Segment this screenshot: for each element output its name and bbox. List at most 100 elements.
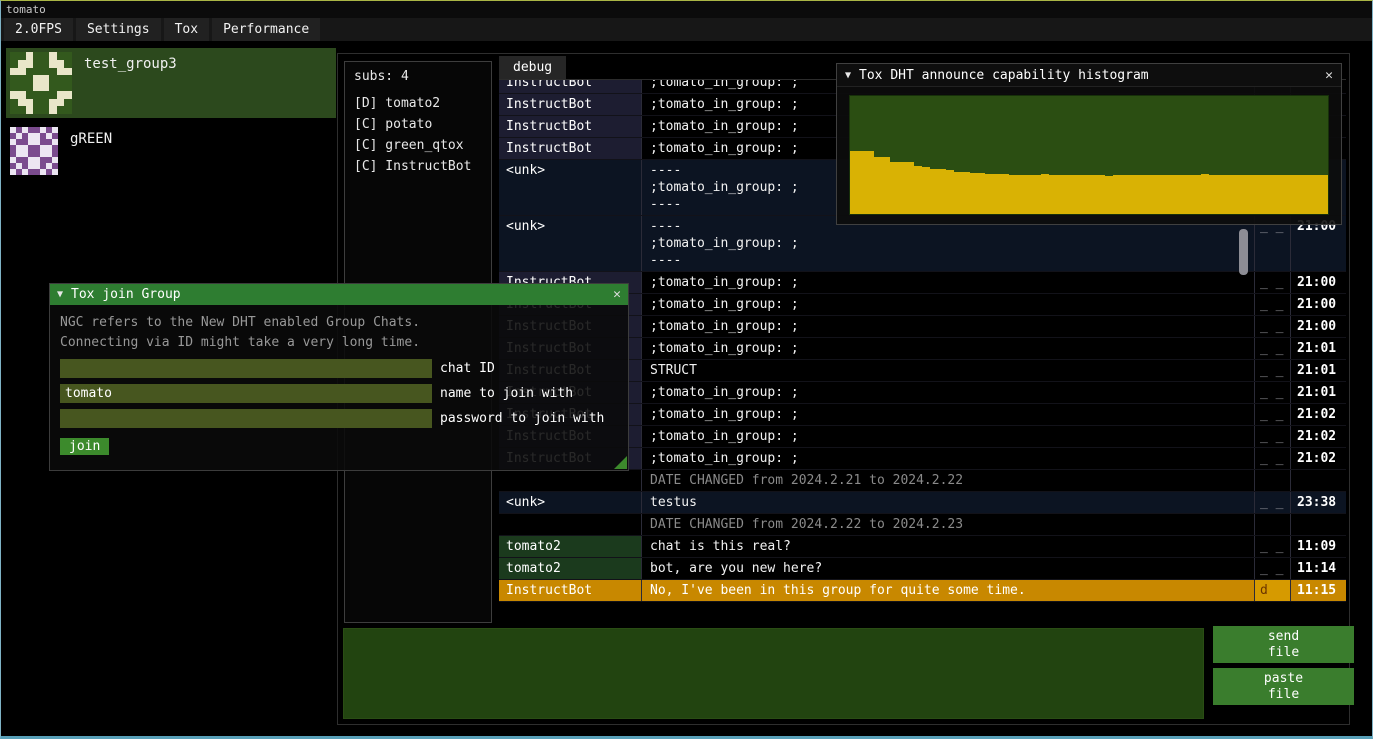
histogram-bar (1217, 175, 1225, 214)
message-flags-cell: _ _ (1254, 338, 1290, 359)
histogram-bar (985, 174, 993, 214)
join-button[interactable]: join (60, 438, 109, 455)
join-input-chat-ID[interactable] (60, 359, 432, 378)
histogram-bar (1113, 175, 1121, 214)
message-cell: ;tomato_in_group: ; (641, 426, 1254, 447)
collapse-arrow-icon[interactable]: ▼ (845, 70, 851, 81)
histogram-bar (1312, 175, 1320, 214)
sender-cell: tomato2 (499, 558, 641, 579)
sender-cell (499, 470, 641, 491)
tab-debug[interactable]: debug (499, 56, 566, 79)
message-line: ;tomato_in_group: ; (650, 406, 1246, 423)
histogram-bar (1097, 175, 1105, 214)
date-changed-text: DATE CHANGED from 2024.2.22 to 2024.2.23 (641, 514, 1254, 535)
histogram-bar (962, 172, 970, 214)
histogram-bar (850, 151, 858, 214)
menu-item-settings[interactable]: Settings (76, 18, 161, 41)
histogram-bar (1185, 175, 1193, 214)
histogram-bar (1240, 175, 1248, 214)
message-time-cell: 11:15 (1290, 580, 1346, 601)
histogram-bar (1057, 175, 1065, 214)
close-icon[interactable]: ✕ (1325, 68, 1333, 83)
chat-message-row[interactable]: InstructBot No, I've been in this group f… (499, 580, 1346, 602)
send-file-label-line2: file (1268, 645, 1299, 661)
message-flags-cell: _ _ (1254, 272, 1290, 293)
collapse-arrow-icon[interactable]: ▼ (57, 289, 63, 300)
date-separator-row[interactable]: DATE CHANGED from 2024.2.22 to 2024.2.23 (499, 514, 1346, 536)
message-line: ;tomato_in_group: ; (650, 384, 1246, 401)
histogram-bar (938, 169, 946, 214)
join-field-label: name to join with (440, 386, 573, 401)
histogram-bar (890, 162, 898, 214)
sender-cell: <unk> (499, 160, 641, 215)
histogram-bar (1272, 175, 1280, 214)
join-description: NGC refers to the New DHT enabled Group … (50, 305, 628, 353)
group-item-gREEN[interactable]: gREEN (6, 123, 336, 179)
join-input-password-to-join-with[interactable] (60, 409, 432, 428)
message-time-cell: 21:00 (1290, 272, 1346, 293)
message-line: ;tomato_in_group: ; (650, 235, 1246, 252)
message-line: No, I've been in this group for quite so… (650, 582, 1246, 599)
join-input-name-to-join-with[interactable]: tomato (60, 384, 432, 403)
join-group-title-bar[interactable]: ▼ Tox join Group ✕ (50, 284, 628, 305)
histogram-bar (1280, 175, 1288, 214)
paste-file-label-line1: paste (1264, 671, 1303, 687)
message-time-cell: 21:02 (1290, 404, 1346, 425)
paste-file-button[interactable]: paste file (1213, 668, 1354, 705)
join-description-line2: Connecting via ID might take a very long… (60, 333, 618, 353)
message-cell: ;tomato_in_group: ; (641, 382, 1254, 403)
histogram-bar (882, 157, 890, 214)
sender-cell: InstructBot (499, 94, 641, 115)
message-time-cell: 21:01 (1290, 360, 1346, 381)
message-cell: ;tomato_in_group: ; (641, 338, 1254, 359)
message-line: bot, are you new here? (650, 560, 1246, 577)
resize-grip[interactable] (614, 456, 627, 469)
histogram-bar (1041, 174, 1049, 214)
group-name: gREEN (70, 131, 112, 147)
histogram-bar (1033, 175, 1041, 214)
message-flags-cell: _ _ (1254, 536, 1290, 557)
window-title: tomato (6, 3, 46, 16)
message-flags-cell: _ _ (1254, 404, 1290, 425)
message-input[interactable] (343, 628, 1204, 719)
message-flags-cell: _ _ (1254, 360, 1290, 381)
message-cell: bot, are you new here? (641, 558, 1254, 579)
sender-cell: <unk> (499, 492, 641, 513)
group-item-test_group3[interactable]: test_group3 (6, 48, 336, 118)
menu-item-tox[interactable]: Tox (164, 18, 209, 41)
histogram-bar (1296, 175, 1304, 214)
menu-item-2-0fps[interactable]: 2.0FPS (4, 18, 73, 41)
close-icon[interactable]: ✕ (613, 287, 621, 302)
message-line: chat is this real? (650, 538, 1246, 555)
histogram-bar (930, 169, 938, 214)
message-flags-cell: _ _ (1254, 448, 1290, 469)
window-title-bar[interactable]: tomato (1, 1, 1372, 18)
histogram-bar (1073, 175, 1081, 214)
sub-item[interactable]: [D] tomato2 (345, 93, 491, 114)
sender-cell: InstructBot (499, 116, 641, 137)
message-line: ;tomato_in_group: ; (650, 428, 1246, 445)
histogram-bar (1153, 175, 1161, 214)
chat-message-row[interactable]: tomato2chat is this real?_ _11:09 (499, 536, 1346, 558)
sender-cell: InstructBot (499, 580, 641, 601)
chat-message-row[interactable]: tomato2bot, are you new here?_ _11:14 (499, 558, 1346, 580)
histogram-bar (1089, 175, 1097, 214)
send-file-button[interactable]: send file (1213, 626, 1354, 663)
group-list: test_group3 gREEN (6, 48, 336, 184)
message-time-cell (1290, 470, 1346, 491)
sub-item[interactable]: [C] green_qtox (345, 135, 491, 156)
histogram-title-bar[interactable]: ▼ Tox DHT announce capability histogram … (837, 64, 1341, 87)
message-time-cell: 21:02 (1290, 426, 1346, 447)
message-line: ;tomato_in_group: ; (650, 296, 1246, 313)
chat-scrollbar-thumb[interactable] (1239, 229, 1248, 275)
subs-list: [D] tomato2[C] potato[C] green_qtox[C] I… (345, 93, 491, 177)
sub-item[interactable]: [C] potato (345, 114, 491, 135)
date-separator-row[interactable]: DATE CHANGED from 2024.2.21 to 2024.2.22 (499, 470, 1346, 492)
histogram-bar (1233, 175, 1241, 214)
message-flags-cell: _ _ (1254, 316, 1290, 337)
menu-item-performance[interactable]: Performance (212, 18, 320, 41)
chat-message-row[interactable]: <unk>testus_ _23:38 (499, 492, 1346, 514)
app-window: tomato 2.0FPSSettingsToxPerformance test… (0, 0, 1373, 739)
sub-item[interactable]: [C] InstructBot (345, 156, 491, 177)
message-line: ;tomato_in_group: ; (650, 340, 1246, 357)
